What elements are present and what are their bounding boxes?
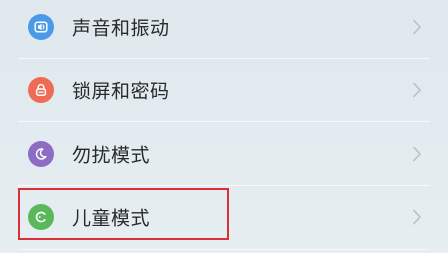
chevron-right-icon <box>412 82 422 98</box>
speaker-icon <box>28 14 54 40</box>
lock-icon <box>28 77 54 103</box>
settings-item-label: 声音和振动 <box>72 17 170 40</box>
settings-item-sound-vibration[interactable]: 声音和振动 <box>0 0 448 58</box>
divider <box>18 249 430 250</box>
chevron-right-icon <box>412 209 422 225</box>
settings-item-lock-password[interactable]: 锁屏和密码 <box>0 59 448 121</box>
moon-icon <box>28 141 54 167</box>
settings-item-do-not-disturb[interactable]: 勿扰模式 <box>0 123 448 185</box>
divider <box>18 121 430 122</box>
highlight-box <box>18 188 229 240</box>
settings-list: 声音和振动 锁屏和密码 勿扰模式 儿童模式 <box>0 0 448 253</box>
settings-item-label: 锁屏和密码 <box>72 80 170 103</box>
settings-item-label: 勿扰模式 <box>72 144 151 167</box>
chevron-right-icon <box>412 19 422 35</box>
chevron-right-icon <box>412 146 422 162</box>
